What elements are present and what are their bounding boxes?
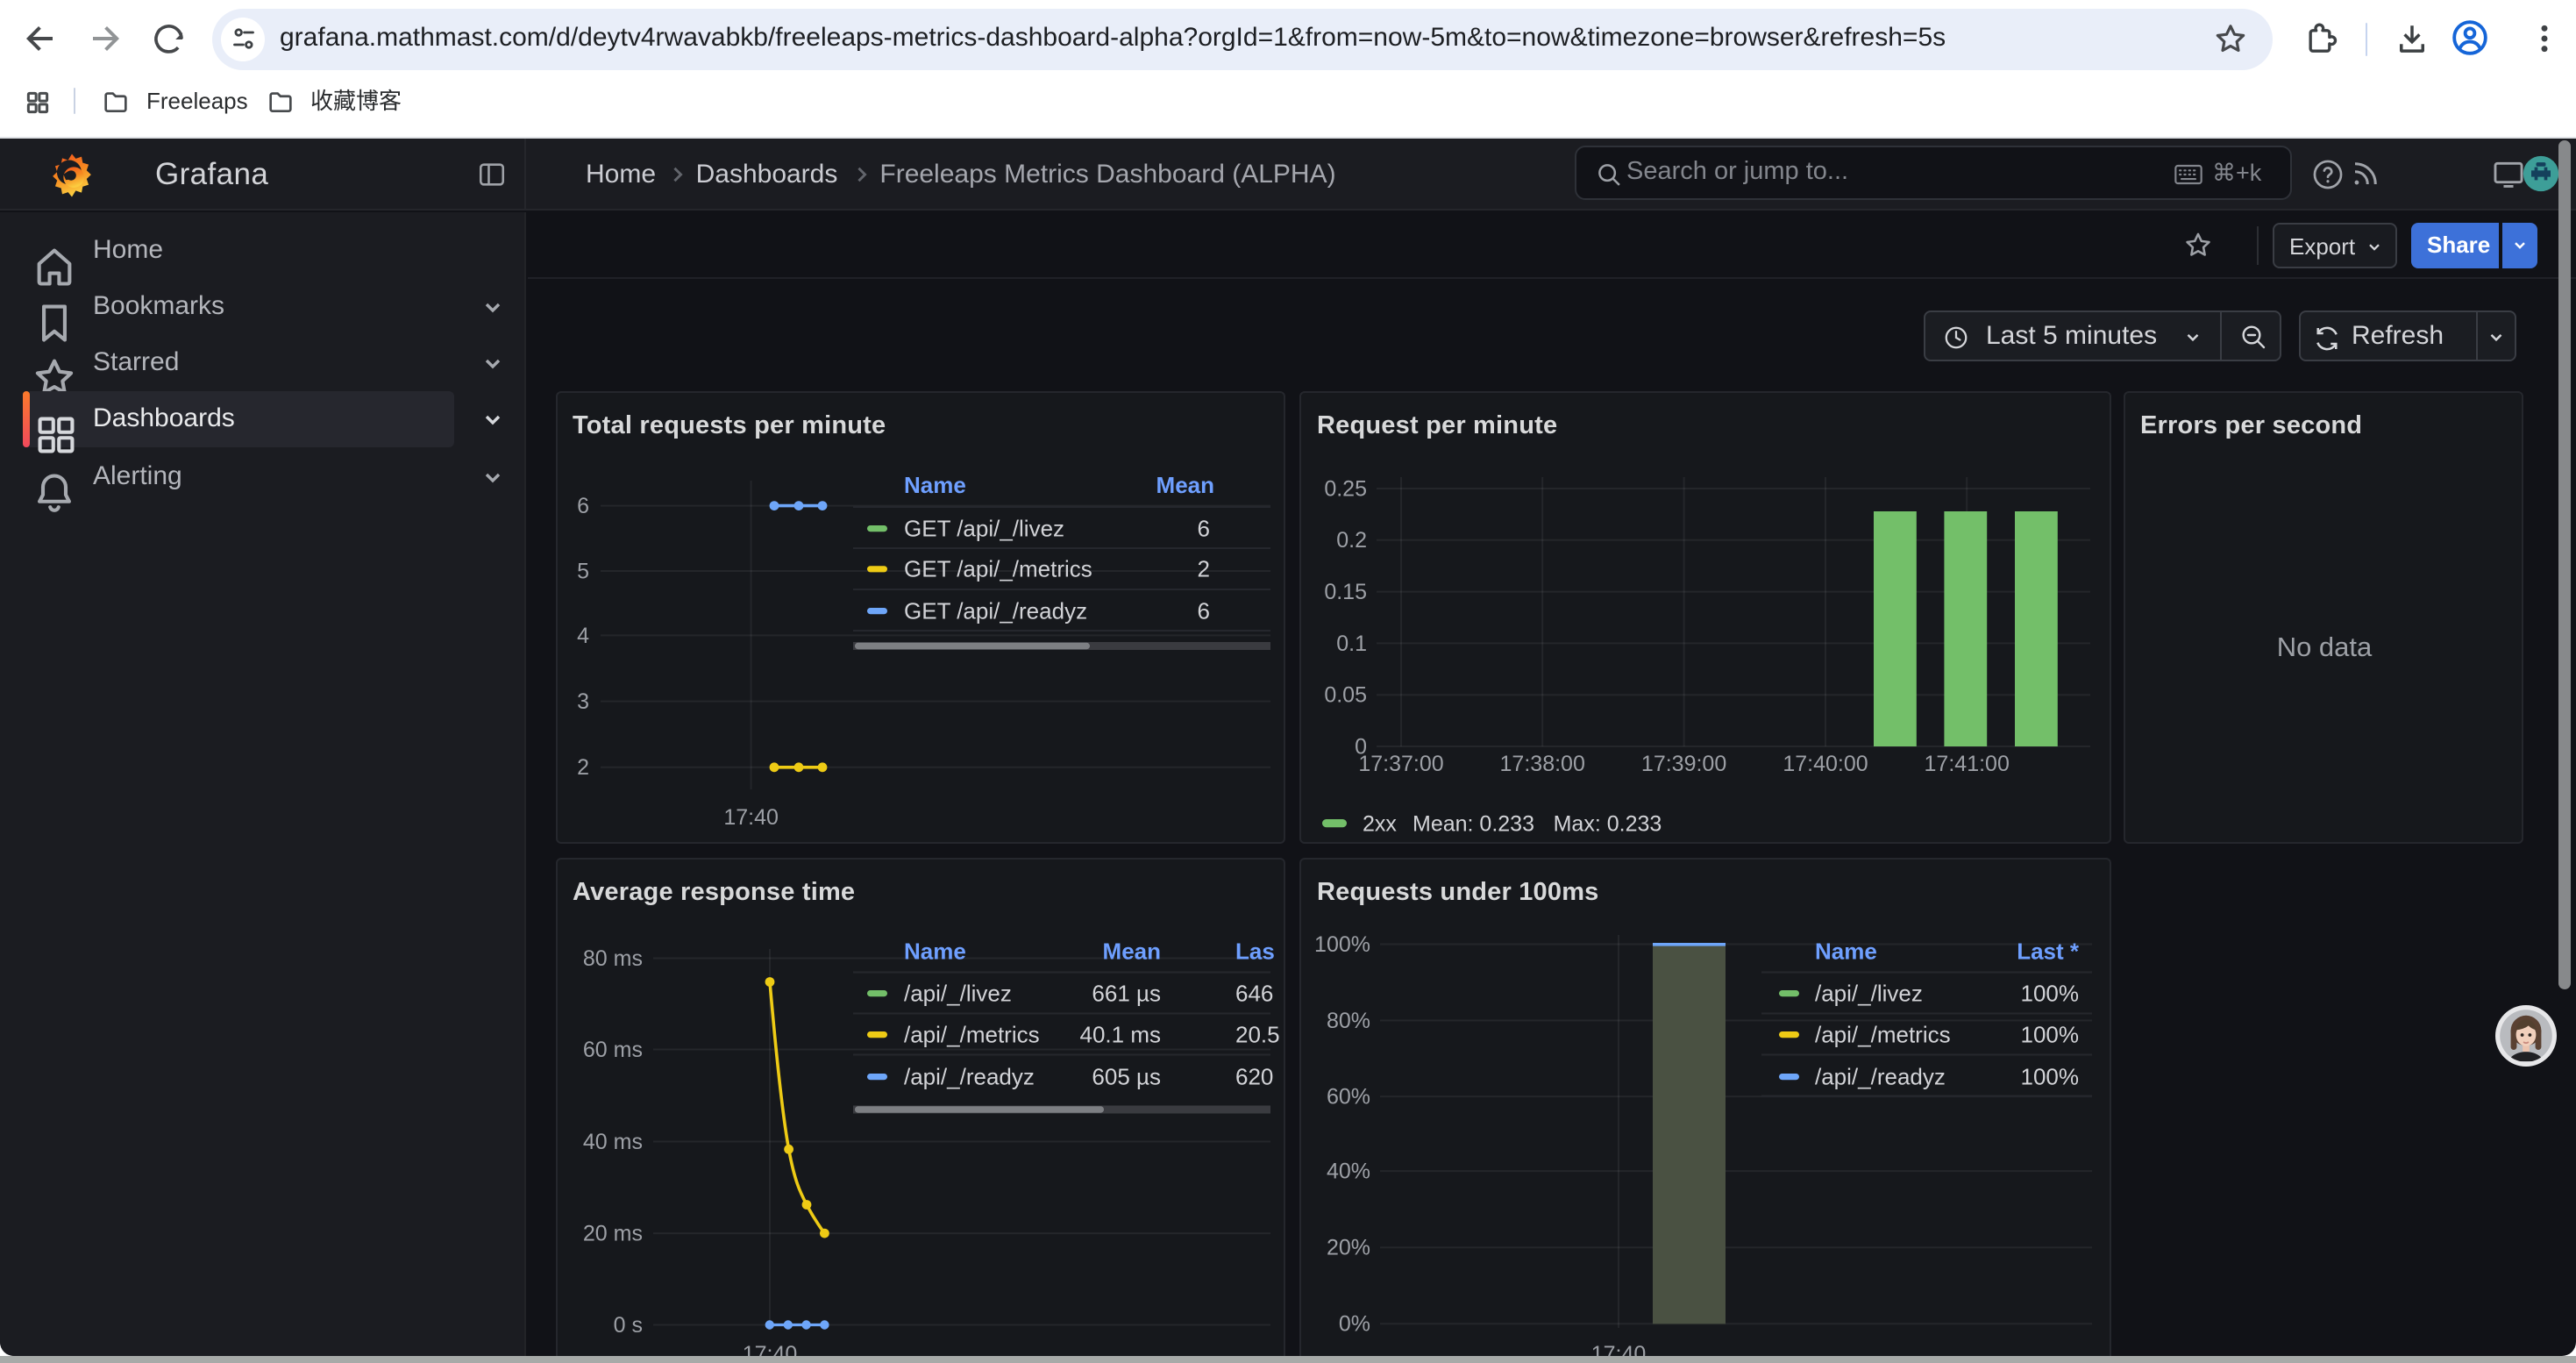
svg-text:40%: 40% <box>1327 1159 1370 1183</box>
svg-text:2xx: 2xx <box>1363 810 1397 835</box>
svg-text:/api/_/livez: /api/_/livez <box>903 980 1011 1006</box>
svg-text:3: 3 <box>576 689 588 713</box>
svg-text:17:37:00: 17:37:00 <box>1358 751 1443 775</box>
svg-text:Name: Name <box>903 471 965 497</box>
svg-text:100%: 100% <box>1314 931 1370 956</box>
svg-text:6: 6 <box>576 493 588 517</box>
svg-text:80%: 80% <box>1327 1008 1370 1032</box>
svg-text:17:39:00: 17:39:00 <box>1641 751 1726 775</box>
svg-text:17:41:00: 17:41:00 <box>1925 751 2010 775</box>
svg-text:2: 2 <box>576 754 588 779</box>
svg-text:Last *: Last * <box>2017 938 2080 964</box>
svg-text:40 ms: 40 ms <box>582 1129 642 1153</box>
svg-text:0.15: 0.15 <box>1324 579 1367 603</box>
svg-text:17:40: 17:40 <box>742 1342 797 1356</box>
svg-text:0.2: 0.2 <box>1336 527 1367 552</box>
svg-text:605 µs: 605 µs <box>1091 1063 1160 1089</box>
svg-text:60 ms: 60 ms <box>582 1037 642 1061</box>
svg-text:0.25: 0.25 <box>1324 475 1367 500</box>
svg-text:100%: 100% <box>2021 1063 2080 1089</box>
svg-text:20.5 m: 20.5 m <box>1235 1021 1283 1047</box>
svg-text:Mean: 0.233: Mean: 0.233 <box>1413 810 1534 835</box>
svg-text:60%: 60% <box>1327 1084 1370 1109</box>
svg-text:GET /api/_/readyz: GET /api/_/readyz <box>903 596 1086 623</box>
svg-text:Las: Las <box>1235 938 1274 964</box>
svg-text:661 µs: 661 µs <box>1091 980 1160 1006</box>
svg-text:/api/_/metrics: /api/_/metrics <box>1815 1021 1951 1047</box>
svg-text:20 ms: 20 ms <box>582 1221 642 1245</box>
svg-text:0%: 0% <box>1339 1311 1370 1336</box>
svg-text:0.05: 0.05 <box>1324 682 1367 707</box>
svg-text:GET /api/_/metrics: GET /api/_/metrics <box>903 555 1092 582</box>
svg-text:2: 2 <box>1197 555 1209 582</box>
svg-text:Mean: Mean <box>1156 471 1213 497</box>
svg-text:100%: 100% <box>2021 1021 2080 1047</box>
svg-text:/api/_/readyz: /api/_/readyz <box>1815 1063 1946 1089</box>
svg-text:0.1: 0.1 <box>1336 631 1367 655</box>
svg-text:0 s: 0 s <box>613 1312 642 1337</box>
svg-text:6: 6 <box>1197 596 1209 623</box>
svg-text:80 ms: 80 ms <box>582 946 642 970</box>
svg-text:17:40: 17:40 <box>722 804 778 829</box>
svg-text:Max: 0.233: Max: 0.233 <box>1554 810 1662 835</box>
svg-text:/api/_/readyz: /api/_/readyz <box>903 1063 1034 1089</box>
svg-text:620: 620 <box>1235 1063 1272 1089</box>
svg-text:6: 6 <box>1197 514 1209 540</box>
svg-text:100%: 100% <box>2021 980 2080 1006</box>
svg-text:/api/_/metrics: /api/_/metrics <box>903 1021 1039 1047</box>
svg-text:/api/_/livez: /api/_/livez <box>1815 980 1923 1006</box>
svg-text:Name: Name <box>903 938 965 964</box>
svg-text:Name: Name <box>1815 938 1877 964</box>
svg-text:5: 5 <box>576 558 588 582</box>
svg-text:17:40: 17:40 <box>1591 1342 1647 1356</box>
svg-text:40.1 ms: 40.1 ms <box>1079 1021 1161 1047</box>
svg-text:646: 646 <box>1235 980 1272 1006</box>
svg-text:Mean: Mean <box>1102 938 1160 964</box>
svg-text:GET /api/_/livez: GET /api/_/livez <box>903 514 1064 540</box>
svg-text:17:40:00: 17:40:00 <box>1783 751 1868 775</box>
svg-text:17:38:00: 17:38:00 <box>1500 751 1585 775</box>
svg-text:20%: 20% <box>1327 1235 1370 1260</box>
svg-text:4: 4 <box>576 623 588 647</box>
